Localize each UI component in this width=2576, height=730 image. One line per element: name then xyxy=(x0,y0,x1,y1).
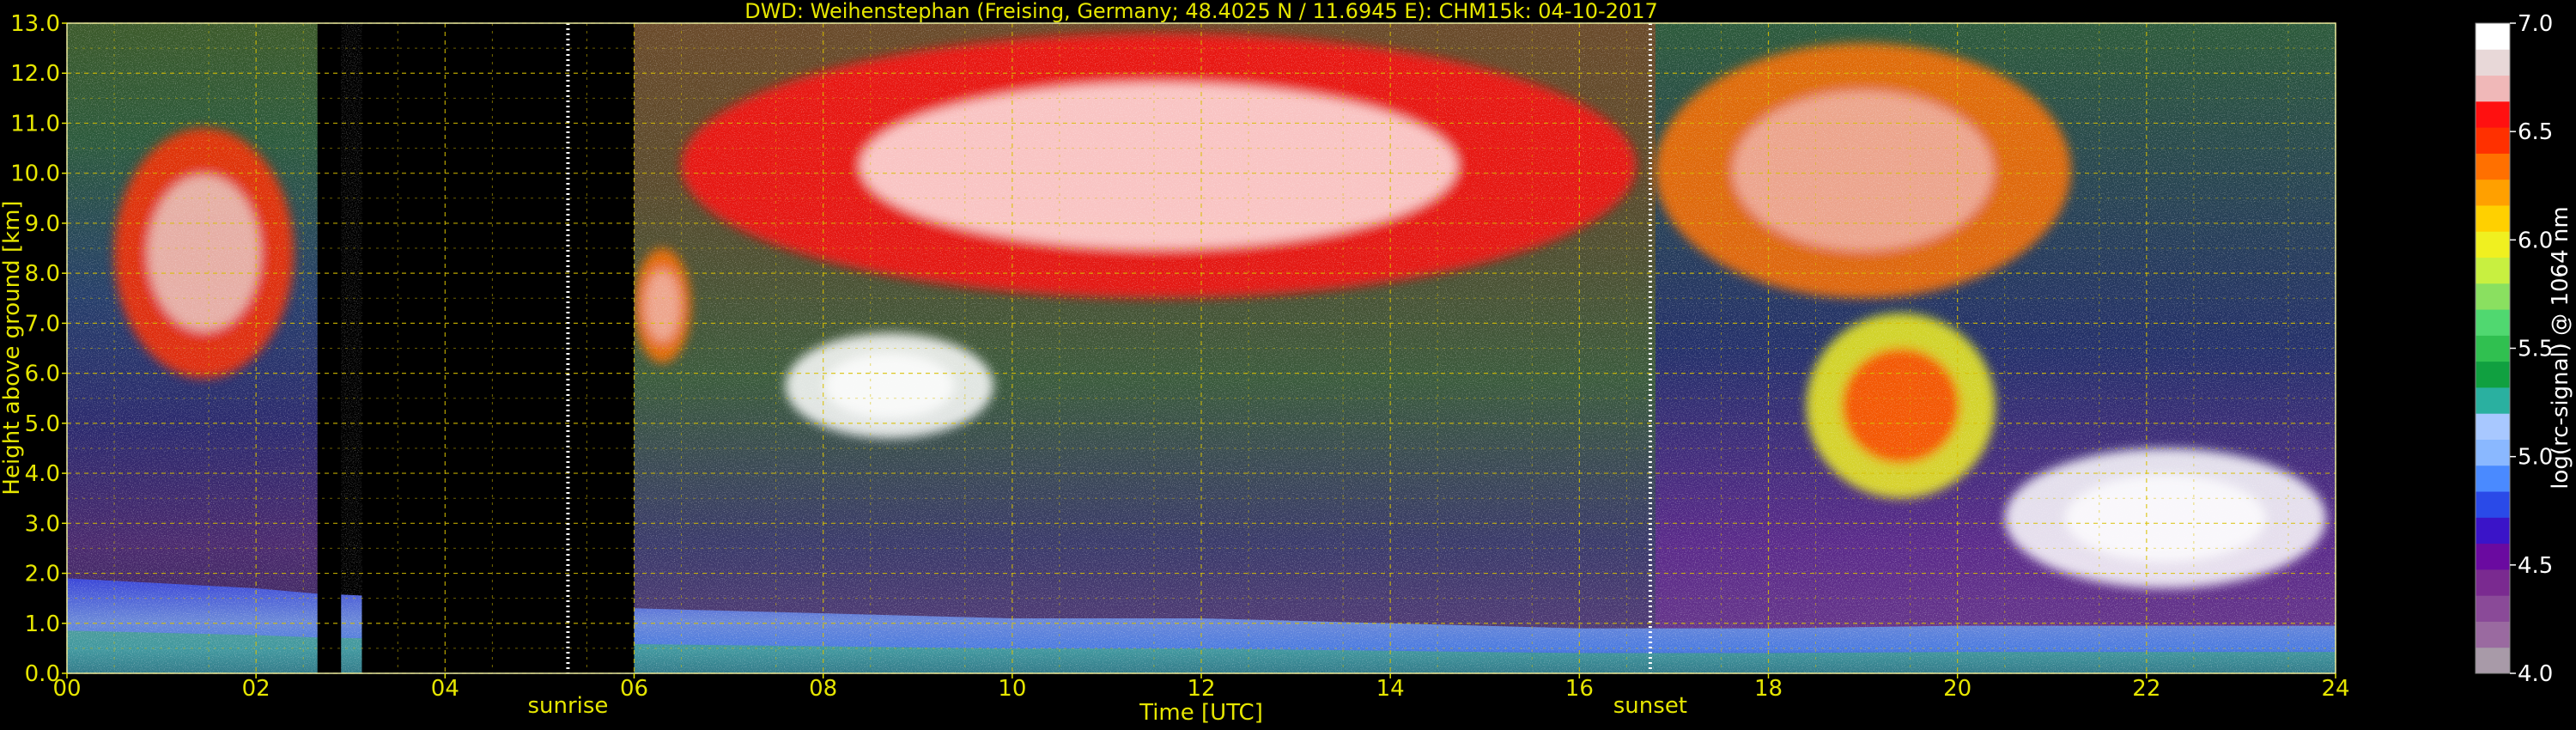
colorbar-segment xyxy=(2476,647,2510,674)
colorbar: 4.04.55.05.56.06.57.0 log(rc-signal) @ 1… xyxy=(2475,11,2573,687)
chart: sunrise sunset DWD: Weihenstephan (Freisi… xyxy=(0,0,2573,726)
colorbar-tick-labels: 4.04.55.05.56.06.57.0 xyxy=(2510,11,2553,687)
x-tick-label: 16 xyxy=(1565,676,1594,702)
marker-label-sunset: sunset xyxy=(1613,693,1687,719)
colorbar-label: log(rc-signal) @ 1064 nm xyxy=(2548,206,2573,489)
y-tick-label: 7.0 xyxy=(25,311,60,337)
colorbar-segment xyxy=(2476,23,2510,50)
x-tick-label: 04 xyxy=(431,676,459,702)
colorbar-segment xyxy=(2476,283,2510,310)
x-tick-label: 10 xyxy=(998,676,1026,702)
y-tick-label: 12.0 xyxy=(10,61,60,87)
colorbar-segment xyxy=(2476,361,2510,388)
colorbar-segment xyxy=(2476,569,2510,596)
y-tick-label: 9.0 xyxy=(25,211,60,237)
x-tick-label: 24 xyxy=(2321,676,2349,702)
x-axis-label: Time [UTC] xyxy=(1139,700,1263,726)
colorbar-segment xyxy=(2476,75,2510,102)
x-tick-label: 18 xyxy=(1754,676,1783,702)
x-tick-labels: 00 02 04 06 08 10 12 14 16 18 20 22 24 xyxy=(52,673,2350,702)
colorbar-segment xyxy=(2476,49,2510,76)
y-tick-label: 1.0 xyxy=(25,611,60,637)
colorbar-segment xyxy=(2476,386,2510,414)
colorbar-segment xyxy=(2476,153,2510,180)
colorbar-segment xyxy=(2476,257,2510,284)
y-tick-label: 4.0 xyxy=(25,461,60,487)
y-tick-label: 0.0 xyxy=(25,661,60,687)
plot-area: sunrise sunset xyxy=(66,22,2336,719)
y-tick-label: 13.0 xyxy=(10,11,60,37)
y-tick-label: 8.0 xyxy=(25,261,60,287)
x-tick-label: 14 xyxy=(1376,676,1405,702)
colorbar-tick-label: 7.0 xyxy=(2518,11,2553,37)
x-tick-label: 02 xyxy=(242,676,270,702)
colorbar-segment xyxy=(2476,413,2510,440)
colorbar-segment xyxy=(2476,335,2510,362)
colorbar-tick-label: 4.0 xyxy=(2518,661,2553,687)
x-tick-label: 20 xyxy=(1943,676,1971,702)
colorbar-tick-label: 4.5 xyxy=(2518,553,2553,579)
colorbar-segment xyxy=(2476,465,2510,492)
x-tick-label: 12 xyxy=(1187,676,1215,702)
x-tick-label: 08 xyxy=(809,676,837,702)
colorbar-segment xyxy=(2476,127,2510,154)
x-tick-label: 06 xyxy=(620,676,648,702)
colorbar-tick-label: 6.5 xyxy=(2518,119,2553,145)
y-tick-label: 11.0 xyxy=(10,111,60,137)
colorbar-segment xyxy=(2476,309,2510,336)
y-tick-label: 5.0 xyxy=(25,411,60,437)
colorbar-segment xyxy=(2476,439,2510,466)
colorbar-segment xyxy=(2476,621,2510,648)
colorbar-segment xyxy=(2476,179,2510,206)
colorbar-segment xyxy=(2476,204,2510,232)
y-tick-label: 6.0 xyxy=(25,362,60,387)
colorbar-segment xyxy=(2476,231,2510,259)
y-tick-label: 10.0 xyxy=(10,161,60,187)
y-tick-label: 3.0 xyxy=(25,511,60,537)
y-axis-label: Height above ground [km] xyxy=(0,200,25,495)
marker-label-sunrise: sunrise xyxy=(527,693,608,719)
colorbar-segment xyxy=(2476,543,2510,570)
colorbar-segment xyxy=(2476,491,2510,518)
x-tick-label: 22 xyxy=(2132,676,2160,702)
colorbar-segment xyxy=(2476,517,2510,544)
colorbar-segments xyxy=(2476,23,2510,674)
y-tick-label: 2.0 xyxy=(25,562,60,587)
colorbar-segment xyxy=(2476,100,2510,128)
chart-title: DWD: Weihenstephan (Freising, Germany; 4… xyxy=(744,0,1658,23)
colorbar-segment xyxy=(2476,595,2510,622)
